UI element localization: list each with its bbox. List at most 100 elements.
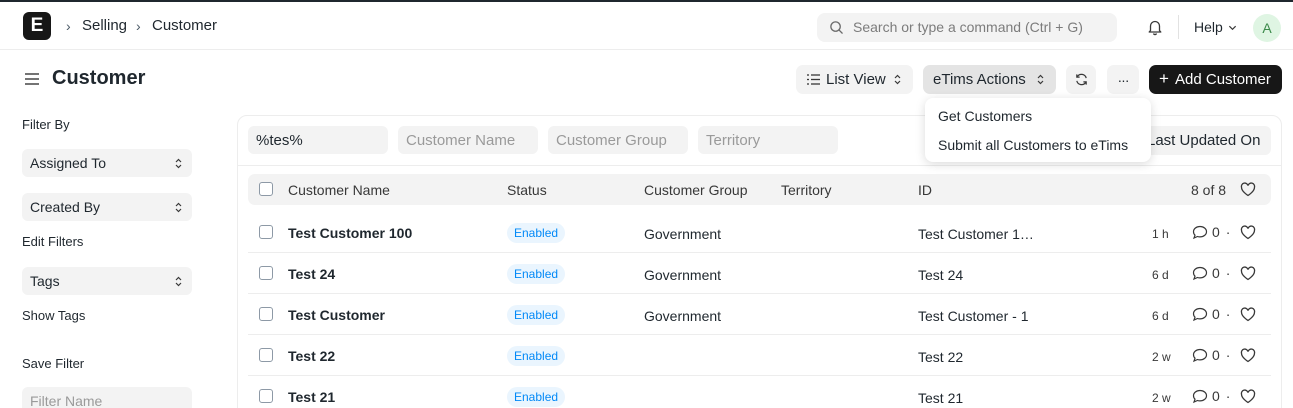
filter-name-input[interactable]: Filter Name xyxy=(22,387,192,408)
row-checkbox[interactable] xyxy=(259,225,273,239)
updown-chevron-icon xyxy=(175,276,182,287)
updown-chevron-icon xyxy=(1037,74,1044,85)
show-tags-link[interactable]: Show Tags xyxy=(22,308,85,323)
comment-count[interactable]: 0 · xyxy=(1192,306,1230,322)
id-cell: Test 21 xyxy=(918,390,964,406)
etims-actions-button[interactable]: eTims Actions xyxy=(923,65,1056,94)
column-header-id[interactable]: ID xyxy=(918,182,932,198)
etims-actions-dropdown: Get Customers Submit all Customers to eT… xyxy=(925,98,1151,162)
sidebar-toggle-icon[interactable] xyxy=(24,72,40,86)
updown-chevron-icon xyxy=(894,74,901,85)
chevron-right-icon: › xyxy=(136,18,141,34)
comment-count[interactable]: 0 · xyxy=(1192,265,1230,281)
territory-filter-input[interactable]: Territory xyxy=(698,126,838,154)
customer-group-cell: Government xyxy=(644,226,722,242)
column-header-status[interactable]: Status xyxy=(507,182,547,198)
customer-name-cell[interactable]: Test 21 xyxy=(288,389,335,405)
comment-icon xyxy=(1192,348,1208,362)
list-view-button[interactable]: List View xyxy=(796,65,913,94)
updown-chevron-icon xyxy=(175,202,182,213)
status-badge: Enabled xyxy=(507,346,566,366)
avatar[interactable]: A xyxy=(1253,14,1281,42)
column-header-customer-name[interactable]: Customer Name xyxy=(288,182,390,198)
row-divider xyxy=(248,334,1271,335)
customer-name-filter-input[interactable]: Customer Name xyxy=(398,126,538,154)
row-divider xyxy=(248,375,1271,376)
breadcrumb-selling[interactable]: Selling xyxy=(82,17,127,34)
heart-icon[interactable] xyxy=(1240,348,1256,363)
row-checkbox[interactable] xyxy=(259,348,273,362)
heart-icon[interactable] xyxy=(1240,225,1256,240)
row-checkbox[interactable] xyxy=(259,307,273,321)
status-badge: Enabled xyxy=(507,264,566,284)
column-header-territory[interactable]: Territory xyxy=(781,182,832,198)
breadcrumb-customer[interactable]: Customer xyxy=(152,17,217,34)
modified-time: 6 d xyxy=(1152,309,1169,323)
help-menu[interactable]: Help xyxy=(1194,19,1223,35)
row-divider xyxy=(248,293,1271,294)
heart-icon[interactable] xyxy=(1240,266,1256,281)
modified-time: 6 d xyxy=(1152,268,1169,282)
modified-time: 2 w xyxy=(1152,391,1171,405)
list-view-label: List View xyxy=(826,71,886,88)
created-by-label: Created By xyxy=(30,199,101,215)
add-customer-button[interactable]: + Add Customer xyxy=(1149,65,1282,94)
dot-separator: · xyxy=(1225,388,1231,404)
bell-icon[interactable] xyxy=(1146,18,1164,36)
dot-separator: · xyxy=(1225,306,1231,322)
customer-name-cell[interactable]: Test Customer xyxy=(288,307,385,323)
search-bar[interactable]: Search or type a command (Ctrl + G) xyxy=(817,13,1117,42)
dot-separator: · xyxy=(1225,265,1231,281)
customer-name-cell[interactable]: Test Customer 100 xyxy=(288,225,412,241)
comment-icon xyxy=(1192,225,1208,239)
menu-item-submit-customers-etims[interactable]: Submit all Customers to eTims xyxy=(938,137,1128,153)
customer-name-cell[interactable]: Test 22 xyxy=(288,348,335,364)
customer-name-cell[interactable]: Test 24 xyxy=(288,266,335,282)
assigned-to-select[interactable]: Assigned To xyxy=(22,149,192,177)
refresh-button[interactable] xyxy=(1066,65,1096,94)
customer-group-filter-placeholder: Customer Group xyxy=(556,132,667,149)
dot-separator: · xyxy=(1225,347,1231,363)
list-icon xyxy=(807,74,820,85)
panel-divider xyxy=(238,165,1281,166)
heart-icon[interactable] xyxy=(1240,182,1256,197)
row-checkbox[interactable] xyxy=(259,389,273,403)
customer-group-filter-input[interactable]: Customer Group xyxy=(548,126,688,154)
customer-name-filter-placeholder: Customer Name xyxy=(406,132,516,149)
app-logo[interactable]: E xyxy=(23,12,51,40)
comment-count[interactable]: 0 · xyxy=(1192,224,1230,240)
comment-icon xyxy=(1192,266,1208,280)
menu-item-get-customers[interactable]: Get Customers xyxy=(938,108,1032,124)
edit-filters-link[interactable]: Edit Filters xyxy=(22,234,83,249)
tags-select[interactable]: Tags xyxy=(22,267,192,295)
id-filter-input[interactable]: %tes% xyxy=(248,126,388,154)
row-checkbox[interactable] xyxy=(259,266,273,280)
sort-button[interactable]: Last Updated On xyxy=(1135,126,1271,155)
filter-by-heading: Filter By xyxy=(22,117,70,132)
etims-actions-label: eTims Actions xyxy=(933,71,1026,88)
column-header-customer-group[interactable]: Customer Group xyxy=(644,182,747,198)
territory-filter-placeholder: Territory xyxy=(706,132,761,149)
save-filter-heading: Save Filter xyxy=(22,356,85,371)
status-badge: Enabled xyxy=(507,305,566,325)
created-by-select[interactable]: Created By xyxy=(22,193,192,221)
status-badge: Enabled xyxy=(507,387,566,407)
select-all-checkbox[interactable] xyxy=(259,182,273,196)
chevron-down-icon[interactable] xyxy=(1228,23,1237,32)
search-icon xyxy=(830,21,843,34)
comment-count-value: 0 xyxy=(1212,388,1220,404)
row-divider xyxy=(248,252,1271,253)
heart-icon[interactable] xyxy=(1240,389,1256,404)
customer-group-cell: Government xyxy=(644,267,722,283)
filter-name-placeholder: Filter Name xyxy=(30,393,103,408)
more-actions-button[interactable]: ··· xyxy=(1107,65,1139,94)
heart-icon[interactable] xyxy=(1240,307,1256,322)
comment-count[interactable]: 0 · xyxy=(1192,388,1230,404)
comment-count[interactable]: 0 · xyxy=(1192,347,1230,363)
comment-icon xyxy=(1192,307,1208,321)
nav-divider xyxy=(1178,15,1179,39)
sort-label: Last Updated On xyxy=(1147,132,1261,149)
dot-separator: · xyxy=(1225,224,1231,240)
comment-count-value: 0 xyxy=(1212,306,1220,322)
customer-group-cell: Government xyxy=(644,308,722,324)
